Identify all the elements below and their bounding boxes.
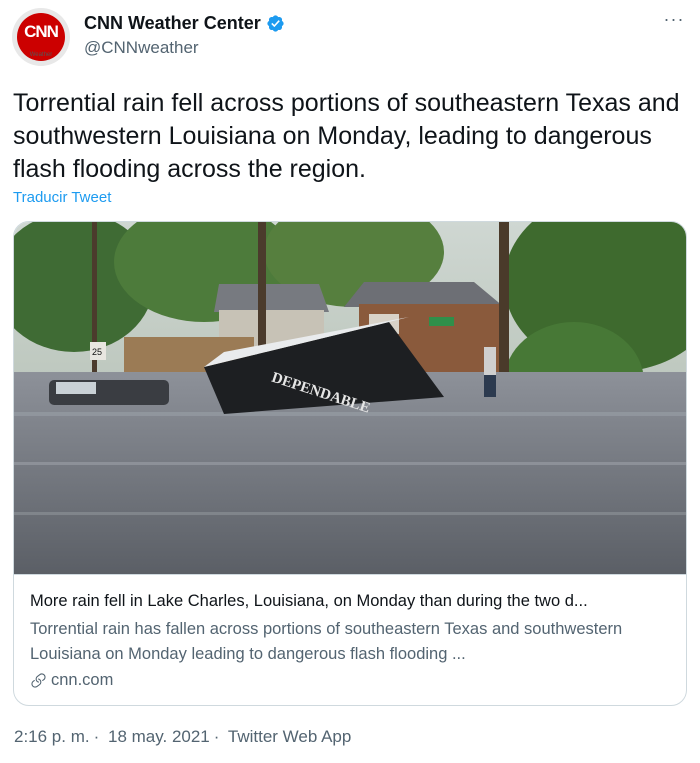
tweet-meta: 2:16 p. m. · 18 may. 2021 · Twitter Web Ap… — [14, 727, 355, 747]
sign-text: 25 — [92, 347, 102, 357]
avatar-sub-text: Weather — [29, 52, 53, 58]
avatar-logo-text: CNN — [24, 22, 59, 41]
flood-scene-image: DEPENDABLE 25 — [14, 222, 686, 574]
author-name-row[interactable]: CNN Weather Center — [84, 13, 285, 34]
card-photo[interactable]: DEPENDABLE 25 — [14, 222, 686, 574]
more-options-icon[interactable]: ··· — [662, 10, 686, 32]
card-domain: cnn.com — [51, 671, 114, 689]
card-domain-row: cnn.com — [30, 671, 670, 690]
avatar[interactable]: CNN Weather — [12, 8, 70, 66]
tweet-time[interactable]: 2:16 p. m. — [14, 727, 90, 746]
author-name[interactable]: CNN Weather Center — [84, 13, 261, 34]
tweet-text: Torrential rain fell across portions of … — [13, 89, 680, 183]
translate-tweet-link[interactable]: Traducir Tweet — [13, 189, 111, 206]
meta-separator: · — [93, 727, 100, 746]
card-text-area[interactable]: More rain fell in Lake Charles, Louisian… — [14, 574, 686, 705]
meta-separator: · — [213, 727, 220, 746]
tweet-source[interactable]: Twitter Web App — [228, 727, 351, 746]
verified-badge-icon — [267, 15, 284, 32]
author-handle[interactable]: @CNNweather — [84, 38, 199, 58]
card-title: More rain fell in Lake Charles, Louisian… — [30, 592, 588, 610]
link-icon — [31, 673, 46, 688]
tweet-header: CNN Weather CNN Weather Center @CNNweath… — [12, 8, 688, 68]
tweet-date[interactable]: 18 may. 2021 — [108, 727, 210, 746]
link-card[interactable]: DEPENDABLE 25 More rain fell in Lake Cha… — [13, 221, 687, 706]
card-description: Torrential rain has fallen across portio… — [30, 620, 623, 663]
